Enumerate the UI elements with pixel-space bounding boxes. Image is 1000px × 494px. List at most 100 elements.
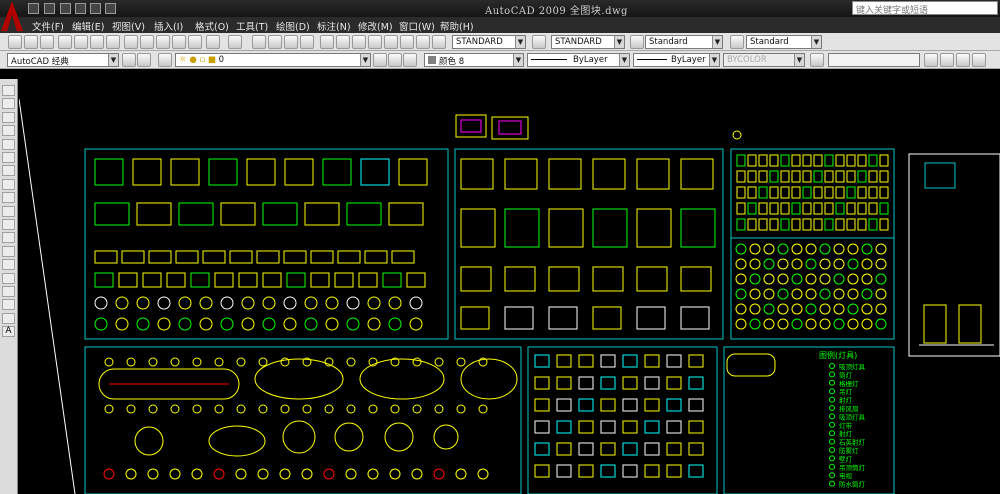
layer-previous-icon[interactable]: [388, 53, 402, 67]
color-select[interactable]: 颜色 8 ▼: [424, 53, 524, 67]
text-style-select[interactable]: STANDARD ▼: [452, 35, 526, 49]
block-shape: [367, 468, 379, 480]
toolpalettes-icon[interactable]: [352, 35, 366, 49]
align-leader-icon[interactable]: [956, 53, 970, 67]
mtext-icon[interactable]: A: [2, 326, 15, 338]
add-leader-icon[interactable]: [924, 53, 938, 67]
publish-icon[interactable]: [90, 35, 104, 49]
multileader-select[interactable]: [828, 53, 920, 67]
matchprop-icon[interactable]: [172, 35, 186, 49]
multileader-icon[interactable]: [810, 53, 824, 67]
block-shape: [813, 202, 823, 215]
multileader-style-icon[interactable]: [730, 35, 744, 49]
block-shape: [847, 243, 859, 255]
zoom-previous-icon[interactable]: [300, 35, 314, 49]
menu-window[interactable]: 窗口(W): [399, 19, 435, 33]
menu-dimension[interactable]: 标注(N): [317, 19, 351, 33]
menu-draw[interactable]: 绘图(D): [276, 19, 310, 33]
quickcalc-icon[interactable]: [400, 35, 414, 49]
copy-icon[interactable]: [140, 35, 154, 49]
3dprint-icon[interactable]: [106, 35, 120, 49]
menu-file[interactable]: 文件(F): [32, 19, 64, 33]
rectangle-icon[interactable]: [2, 138, 15, 150]
insert-block-icon[interactable]: [2, 232, 15, 244]
linetype-select[interactable]: ByLayer ▼: [527, 53, 630, 67]
dim-style-icon[interactable]: [532, 35, 546, 49]
workspace-select[interactable]: AutoCAD 经典 ▼: [7, 53, 119, 67]
open-icon[interactable]: [44, 3, 55, 14]
multileader-style-select[interactable]: Standard ▼: [746, 35, 822, 49]
paste-icon[interactable]: [156, 35, 170, 49]
gradient-icon[interactable]: [2, 286, 15, 297]
block-shape: [478, 404, 488, 414]
ellipse-arc-icon[interactable]: [2, 219, 15, 230]
preview-icon[interactable]: [74, 35, 88, 49]
undo-icon[interactable]: [206, 35, 220, 49]
help-icon[interactable]: [416, 35, 430, 49]
make-block-icon[interactable]: [2, 245, 15, 257]
redo-icon[interactable]: [105, 3, 116, 14]
hatch-icon[interactable]: [2, 272, 15, 284]
circle-icon[interactable]: [2, 165, 15, 177]
block-shape: [688, 354, 704, 368]
plot-icon[interactable]: [58, 35, 72, 49]
polyline-icon[interactable]: [2, 111, 15, 123]
drawing-canvas[interactable]: 图例(灯具) 吸顶灯具 筒灯 格栅灯 吊灯 射灯 排风扇 吸顶灯具 灯带 射灯 石英射灯 防雾灯 壁灯…: [19, 79, 1000, 494]
sheetset-icon[interactable]: [368, 35, 382, 49]
workspace-settings-icon[interactable]: [122, 53, 136, 67]
cut-icon[interactable]: [124, 35, 138, 49]
designcenter-icon[interactable]: [336, 35, 350, 49]
markup-icon[interactable]: [384, 35, 398, 49]
ellipse-icon[interactable]: [2, 205, 15, 217]
menu-tools[interactable]: 工具(T): [236, 19, 268, 33]
table-style-select[interactable]: Standard ▼: [645, 35, 723, 49]
xline-icon[interactable]: [2, 98, 15, 110]
lineweight-select[interactable]: ByLayer ▼: [633, 53, 720, 67]
legend-item-label: 射灯: [839, 429, 853, 438]
polygon-icon[interactable]: [2, 125, 15, 137]
print-icon[interactable]: [75, 3, 86, 14]
save-icon[interactable]: [40, 35, 54, 49]
arc-icon[interactable]: [2, 152, 15, 163]
line-icon[interactable]: [2, 85, 15, 96]
menu-format[interactable]: 格式(O): [195, 19, 229, 33]
workspace-save-icon[interactable]: [137, 53, 151, 67]
region-icon[interactable]: [2, 299, 15, 311]
properties-icon[interactable]: [320, 35, 334, 49]
menu-view[interactable]: 视图(V): [112, 19, 145, 33]
layer-state-icon[interactable]: [403, 53, 417, 67]
qnew-icon[interactable]: [8, 35, 22, 49]
block-shape: [777, 273, 789, 285]
menu-edit[interactable]: 编辑(E): [72, 19, 104, 33]
menu-modify[interactable]: 修改(M): [358, 19, 393, 33]
menu-help[interactable]: 帮助(H): [440, 19, 474, 33]
make-object-layer-current-icon[interactable]: [373, 53, 387, 67]
blockeditor-icon[interactable]: [188, 35, 202, 49]
text-style-icon[interactable]: [432, 35, 446, 49]
table-style-icon[interactable]: [630, 35, 644, 49]
remove-leader-icon[interactable]: [940, 53, 954, 67]
new-icon[interactable]: [28, 3, 39, 14]
block-shape: [368, 404, 378, 414]
layer-select[interactable]: ☼ ● ▫ ■ 0 ▼: [175, 53, 371, 67]
table-icon[interactable]: [2, 312, 15, 324]
revcloud-icon[interactable]: [2, 178, 15, 190]
point-icon[interactable]: [2, 259, 15, 271]
zoom-window-icon[interactable]: [284, 35, 298, 49]
block-shape: [578, 398, 594, 412]
search-input[interactable]: 键入关键字或短语: [852, 1, 998, 16]
collect-leader-icon[interactable]: [972, 53, 986, 67]
block-shape: [406, 272, 426, 288]
layer-properties-icon[interactable]: [158, 53, 172, 67]
pan-icon[interactable]: [252, 35, 266, 49]
spline-icon[interactable]: [2, 192, 15, 204]
redo-icon[interactable]: [228, 35, 242, 49]
dim-style-select[interactable]: STANDARD ▼: [551, 35, 625, 49]
block-shape: [819, 258, 831, 270]
undo-icon[interactable]: [90, 3, 101, 14]
save-icon[interactable]: [60, 3, 71, 14]
open-icon[interactable]: [24, 35, 38, 49]
zoom-realtime-icon[interactable]: [268, 35, 282, 49]
block-shape: [504, 158, 538, 190]
menu-insert[interactable]: 插入(I): [154, 19, 183, 33]
